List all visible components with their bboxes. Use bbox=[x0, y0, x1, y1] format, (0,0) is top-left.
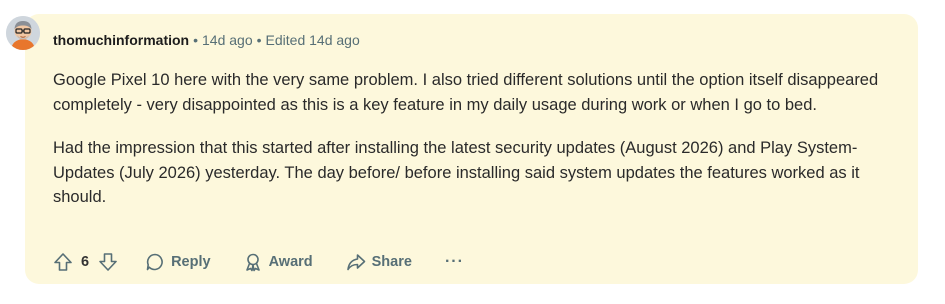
reply-label: Reply bbox=[171, 254, 211, 270]
downvote-button[interactable] bbox=[97, 251, 119, 273]
vote-group: 6 bbox=[52, 251, 119, 273]
comment-body: Google Pixel 10 here with the very same … bbox=[53, 68, 913, 210]
comment-paragraph: Had the impression that this started aft… bbox=[53, 139, 860, 206]
award-button[interactable]: Award bbox=[243, 252, 313, 272]
share-button[interactable]: Share bbox=[346, 252, 412, 272]
comment-actions: 6 Reply Award Share ··· bbox=[52, 250, 464, 274]
avatar-image-icon bbox=[6, 16, 40, 50]
upvote-button[interactable] bbox=[52, 251, 74, 273]
award-icon bbox=[245, 253, 260, 272]
meta-separator: • bbox=[193, 32, 199, 48]
meta-separator: • bbox=[256, 32, 262, 48]
share-icon bbox=[346, 254, 365, 271]
comment-paragraph: Google Pixel 10 here with the very same … bbox=[53, 71, 879, 114]
vote-score: 6 bbox=[81, 254, 90, 270]
award-label: Award bbox=[268, 254, 313, 270]
downvote-icon bbox=[99, 253, 117, 271]
more-options-button[interactable]: ··· bbox=[445, 253, 464, 271]
share-label: Share bbox=[371, 254, 412, 270]
comment-meta: thomuchinformation • 14d ago • Edited 14d ag… bbox=[53, 32, 360, 48]
reply-button[interactable]: Reply bbox=[145, 252, 211, 272]
upvote-icon bbox=[54, 253, 72, 271]
edited-time: Edited 14d ago bbox=[265, 32, 360, 48]
author-name[interactable]: thomuchinformation bbox=[53, 32, 189, 48]
more-icon: ··· bbox=[444, 253, 464, 270]
avatar[interactable] bbox=[6, 16, 40, 50]
posted-time[interactable]: 14d ago bbox=[202, 32, 253, 48]
reply-icon bbox=[146, 253, 163, 271]
